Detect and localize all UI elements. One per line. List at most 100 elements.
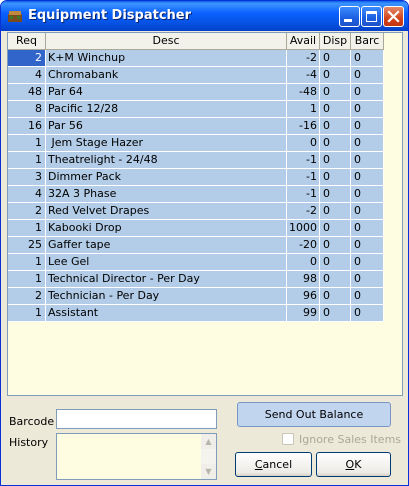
cell-disp[interactable]: 0 — [320, 305, 351, 322]
cell-req[interactable]: 48 — [8, 84, 46, 101]
cell-avail[interactable]: -20 — [287, 237, 320, 254]
scroll-down-icon[interactable]: ▼ — [201, 464, 216, 479]
cell-req[interactable]: 2 — [8, 203, 46, 220]
table-row[interactable]: 1 Theatrelight - 24/48 -1 0 0 — [8, 152, 402, 169]
column-header-avail[interactable]: Avail — [287, 33, 320, 50]
cell-avail[interactable]: -48 — [287, 84, 320, 101]
cell-desc[interactable]: Technician - Per Day — [46, 288, 287, 305]
cell-avail[interactable]: 1000 — [287, 220, 320, 237]
table-row[interactable]: 8 Pacific 12/28 1 0 0 — [8, 101, 402, 118]
cell-barc[interactable]: 0 — [351, 101, 384, 118]
cell-disp[interactable]: 0 — [320, 203, 351, 220]
cell-disp[interactable]: 0 — [320, 186, 351, 203]
cell-disp[interactable]: 0 — [320, 67, 351, 84]
cell-desc[interactable]: Lee Gel — [46, 254, 287, 271]
table-row[interactable]: 4 Chromabank -4 0 0 — [8, 67, 402, 84]
cell-desc[interactable]: Par 56 — [46, 118, 287, 135]
cell-barc[interactable]: 0 — [351, 169, 384, 186]
history-scrollbar[interactable]: ▲ ▼ — [201, 434, 216, 479]
cancel-button[interactable]: Cancel — [235, 452, 312, 477]
table-row[interactable]: 25 Gaffer tape -20 0 0 — [8, 237, 402, 254]
scroll-up-icon[interactable]: ▲ — [201, 434, 216, 449]
cell-desc[interactable]: Jem Stage Hazer — [46, 135, 287, 152]
cell-desc[interactable]: Chromabank — [46, 67, 287, 84]
cell-desc[interactable]: Kabooki Drop — [46, 220, 287, 237]
cell-avail[interactable]: 0 — [287, 135, 320, 152]
cell-barc[interactable]: 0 — [351, 220, 384, 237]
cell-avail[interactable]: -4 — [287, 67, 320, 84]
cell-disp[interactable]: 0 — [320, 288, 351, 305]
table-row[interactable]: 3 Dimmer Pack -1 0 0 — [8, 169, 402, 186]
cell-req[interactable]: 1 — [8, 152, 46, 169]
cell-barc[interactable]: 0 — [351, 84, 384, 101]
table-row[interactable]: 4 32A 3 Phase -1 0 0 — [8, 186, 402, 203]
cell-desc[interactable]: Theatrelight - 24/48 — [46, 152, 287, 169]
cell-avail[interactable]: 98 — [287, 271, 320, 288]
cell-barc[interactable]: 0 — [351, 271, 384, 288]
cell-barc[interactable]: 0 — [351, 50, 384, 67]
cell-req[interactable]: 2 — [8, 50, 46, 67]
cell-desc[interactable]: 32A 3 Phase — [46, 186, 287, 203]
table-row[interactable]: 1 Jem Stage Hazer 0 0 0 — [8, 135, 402, 152]
cell-req[interactable]: 1 — [8, 135, 46, 152]
cell-barc[interactable]: 0 — [351, 203, 384, 220]
cell-avail[interactable]: 96 — [287, 288, 320, 305]
cell-disp[interactable]: 0 — [320, 84, 351, 101]
cell-req[interactable]: 4 — [8, 186, 46, 203]
table-row[interactable]: 2 Red Velvet Drapes -2 0 0 — [8, 203, 402, 220]
table-row[interactable]: 16 Par 56 -16 0 0 — [8, 118, 402, 135]
cell-disp[interactable]: 0 — [320, 271, 351, 288]
ok-button[interactable]: OK — [316, 452, 391, 477]
cell-barc[interactable]: 0 — [351, 135, 384, 152]
cell-avail[interactable]: -16 — [287, 118, 320, 135]
cell-avail[interactable]: -2 — [287, 203, 320, 220]
cell-barc[interactable]: 0 — [351, 254, 384, 271]
cell-disp[interactable]: 0 — [320, 169, 351, 186]
cell-req[interactable]: 1 — [8, 220, 46, 237]
cell-desc[interactable]: Red Velvet Drapes — [46, 203, 287, 220]
cell-req[interactable]: 1 — [8, 271, 46, 288]
cell-barc[interactable]: 0 — [351, 152, 384, 169]
cell-disp[interactable]: 0 — [320, 152, 351, 169]
history-textarea[interactable]: ▲ ▼ — [56, 433, 217, 480]
cell-desc[interactable]: Pacific 12/28 — [46, 101, 287, 118]
cell-desc[interactable]: Gaffer tape — [46, 237, 287, 254]
cell-disp[interactable]: 0 — [320, 101, 351, 118]
cell-avail[interactable]: -2 — [287, 50, 320, 67]
cell-avail[interactable]: 99 — [287, 305, 320, 322]
cell-req[interactable]: 3 — [8, 169, 46, 186]
cell-barc[interactable]: 0 — [351, 67, 384, 84]
send-out-balance-button[interactable]: Send Out Balance — [237, 402, 391, 427]
maximize-button[interactable] — [361, 6, 382, 27]
cell-disp[interactable]: 0 — [320, 220, 351, 237]
cell-req[interactable]: 1 — [8, 305, 46, 322]
cell-desc[interactable]: Technical Director - Per Day — [46, 271, 287, 288]
cell-disp[interactable]: 0 — [320, 254, 351, 271]
minimize-button[interactable] — [339, 6, 360, 27]
cell-avail[interactable]: -1 — [287, 186, 320, 203]
cell-barc[interactable]: 0 — [351, 186, 384, 203]
cell-desc[interactable]: Par 64 — [46, 84, 287, 101]
cell-barc[interactable]: 0 — [351, 288, 384, 305]
barcode-input[interactable] — [56, 409, 217, 429]
cell-desc[interactable]: Dimmer Pack — [46, 169, 287, 186]
table-row[interactable]: 2 Technician - Per Day 96 0 0 — [8, 288, 402, 305]
title-bar[interactable]: Equipment Dispatcher — [1, 1, 408, 31]
cell-req[interactable]: 1 — [8, 254, 46, 271]
cell-avail[interactable]: 1 — [287, 101, 320, 118]
column-header-barc[interactable]: Barc — [351, 33, 384, 50]
table-row[interactable]: 2 K+M Winchup -2 0 0 — [8, 50, 402, 67]
cell-avail[interactable]: -1 — [287, 169, 320, 186]
equipment-grid[interactable]: Req Desc Avail Disp Barc 2 K+M Winchup -2 0… — [7, 32, 403, 396]
cell-disp[interactable]: 0 — [320, 50, 351, 67]
table-row[interactable]: 48 Par 64 -48 0 0 — [8, 84, 402, 101]
table-row[interactable]: 1 Technical Director - Per Day 98 0 0 — [8, 271, 402, 288]
table-row[interactable]: 1 Lee Gel 0 0 0 — [8, 254, 402, 271]
cell-desc[interactable]: Assistant — [46, 305, 287, 322]
cell-req[interactable]: 4 — [8, 67, 46, 84]
cell-disp[interactable]: 0 — [320, 237, 351, 254]
cell-req[interactable]: 2 — [8, 288, 46, 305]
column-header-disp[interactable]: Disp — [320, 33, 351, 50]
table-row[interactable]: 1 Kabooki Drop 1000 0 0 — [8, 220, 402, 237]
cell-req[interactable]: 25 — [8, 237, 46, 254]
